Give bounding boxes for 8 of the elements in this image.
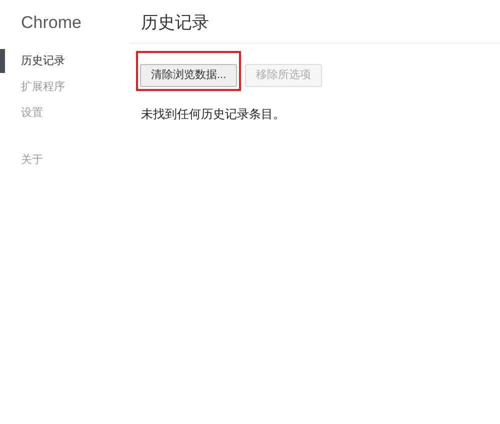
sidebar-item[interactable]: 历史记录 — [21, 54, 65, 68]
brand-title: Chrome — [20, 12, 82, 34]
page-title: 历史记录 — [140, 12, 209, 34]
sidebar-item[interactable]: 扩展程序 — [21, 80, 65, 94]
about-link[interactable]: 关于 — [21, 153, 43, 167]
empty-message: 未找到任何历史记录条目。 — [140, 106, 285, 123]
sidebar-item[interactable]: 设置 — [21, 106, 43, 120]
clear-data-button[interactable]: 清除浏览数据... — [140, 64, 238, 87]
